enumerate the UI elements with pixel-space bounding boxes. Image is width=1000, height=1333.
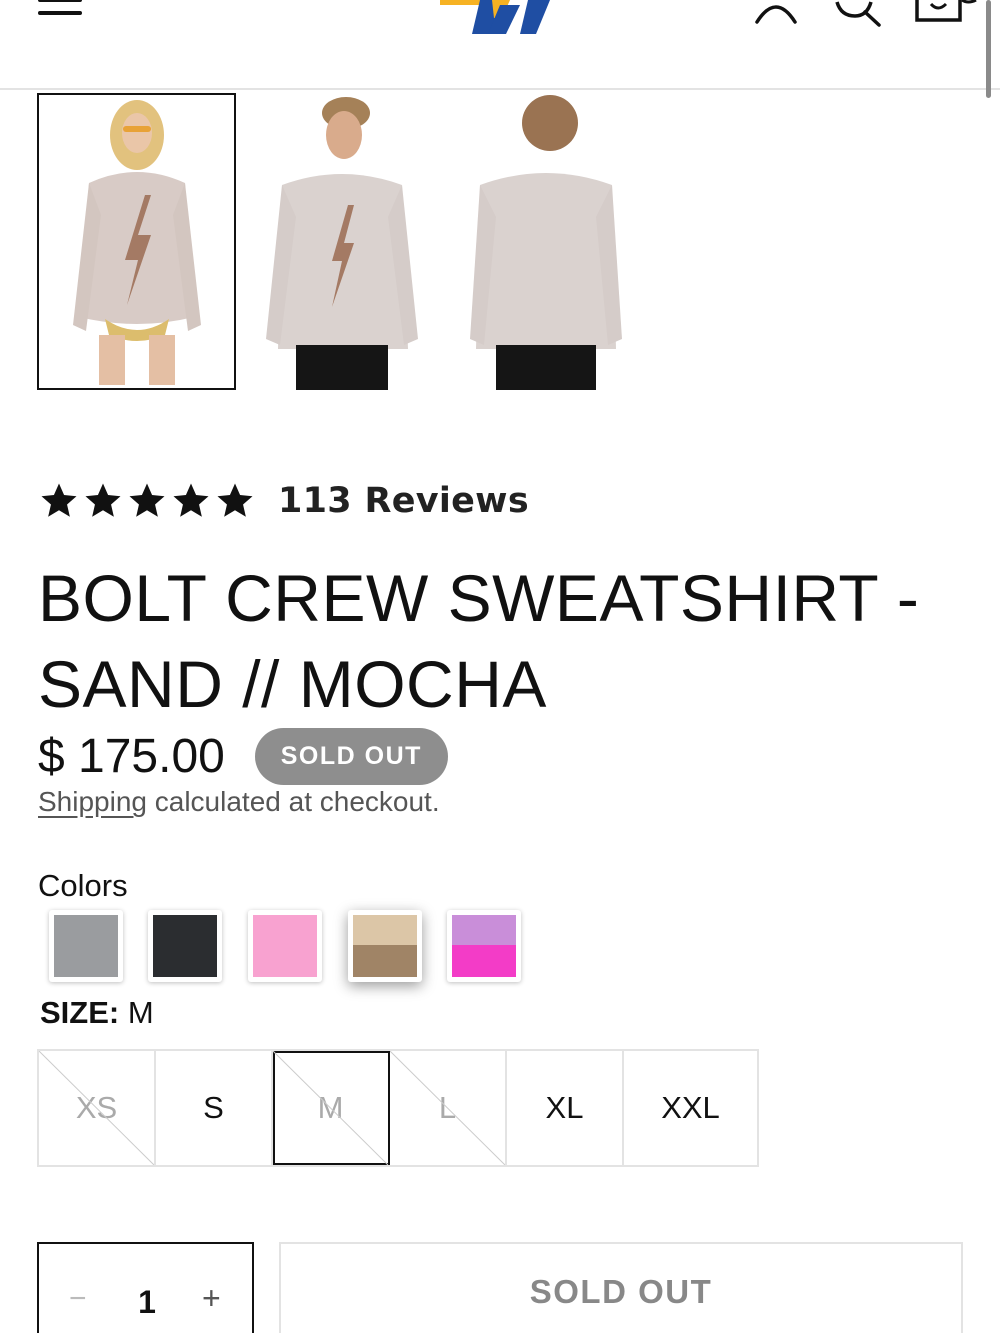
- shipping-link[interactable]: Shipping: [38, 786, 147, 817]
- account-icon[interactable]: [752, 0, 800, 24]
- size-label-heading: SIZE:: [40, 995, 120, 1030]
- size-option-xs[interactable]: XS: [39, 1051, 156, 1165]
- reviews-count[interactable]: 113 Reviews: [278, 481, 529, 521]
- sold-out-badge: SOLD OUT: [254, 728, 448, 785]
- unavailable-slash: [390, 1051, 505, 1165]
- unavailable-slash: [39, 1051, 154, 1165]
- product-thumbnail-3[interactable]: [466, 93, 626, 390]
- size-option-label: S: [203, 1090, 224, 1125]
- product-thumbnail-2[interactable]: [262, 93, 422, 390]
- color-swatch-lavender-pink[interactable]: [447, 910, 521, 982]
- price-row: $ 175.00 SOLD OUT: [38, 728, 448, 785]
- rating-summary[interactable]: 113 Reviews: [38, 480, 529, 522]
- color-swatch-charcoal[interactable]: [148, 910, 222, 982]
- shipping-note: Shipping calculated at checkout.: [38, 786, 440, 818]
- selected-size-value: M: [127, 995, 154, 1030]
- quantity-value[interactable]: 1: [135, 1284, 159, 1321]
- size-option-l[interactable]: L: [390, 1051, 507, 1165]
- star-icon: [85, 483, 121, 517]
- hamburger-icon[interactable]: [38, 0, 82, 20]
- unavailable-slash: [273, 1051, 388, 1165]
- page-scrollbar[interactable]: [986, 0, 991, 98]
- brand-logo[interactable]: [440, 0, 555, 40]
- size-option-s[interactable]: S: [156, 1051, 273, 1165]
- model-male-front-image: [262, 93, 422, 390]
- quantity-decrease-button[interactable]: −: [69, 1282, 87, 1316]
- color-swatch-sand-mocha[interactable]: [348, 910, 422, 982]
- model-front-image: [39, 95, 234, 388]
- product-thumbnail-1[interactable]: [37, 93, 236, 390]
- shipping-text: calculated at checkout.: [146, 786, 440, 817]
- product-title: BOLT CREW SWEATSHIRT - SAND // MOCHA: [38, 561, 920, 721]
- product-price: $ 175.00: [38, 730, 225, 783]
- quantity-stepper: − 1 +: [37, 1242, 254, 1333]
- add-to-cart-button[interactable]: SOLD OUT: [279, 1242, 963, 1333]
- colors-label: Colors: [38, 868, 128, 903]
- size-label: SIZE: M: [40, 995, 154, 1031]
- cart-icon[interactable]: [914, 0, 984, 26]
- star-icon: [129, 483, 165, 517]
- color-swatch-pink[interactable]: [248, 910, 322, 982]
- size-option-m[interactable]: M: [273, 1051, 390, 1165]
- star-rating: [38, 480, 256, 522]
- size-option-label: XL: [545, 1090, 584, 1125]
- model-male-back-image: [466, 93, 626, 390]
- site-header: [0, 0, 1000, 90]
- color-swatch-heather-grey[interactable]: [49, 910, 123, 982]
- size-selector: XS S M L XL XXL: [37, 1049, 759, 1167]
- size-option-xl[interactable]: XL: [507, 1051, 624, 1165]
- size-option-label: XXL: [661, 1090, 720, 1125]
- quantity-increase-button[interactable]: +: [202, 1280, 221, 1317]
- star-icon: [41, 483, 77, 517]
- size-option-xxl[interactable]: XXL: [624, 1051, 757, 1165]
- star-icon: [173, 483, 209, 517]
- search-icon[interactable]: [833, 0, 883, 28]
- star-icon: [217, 483, 253, 517]
